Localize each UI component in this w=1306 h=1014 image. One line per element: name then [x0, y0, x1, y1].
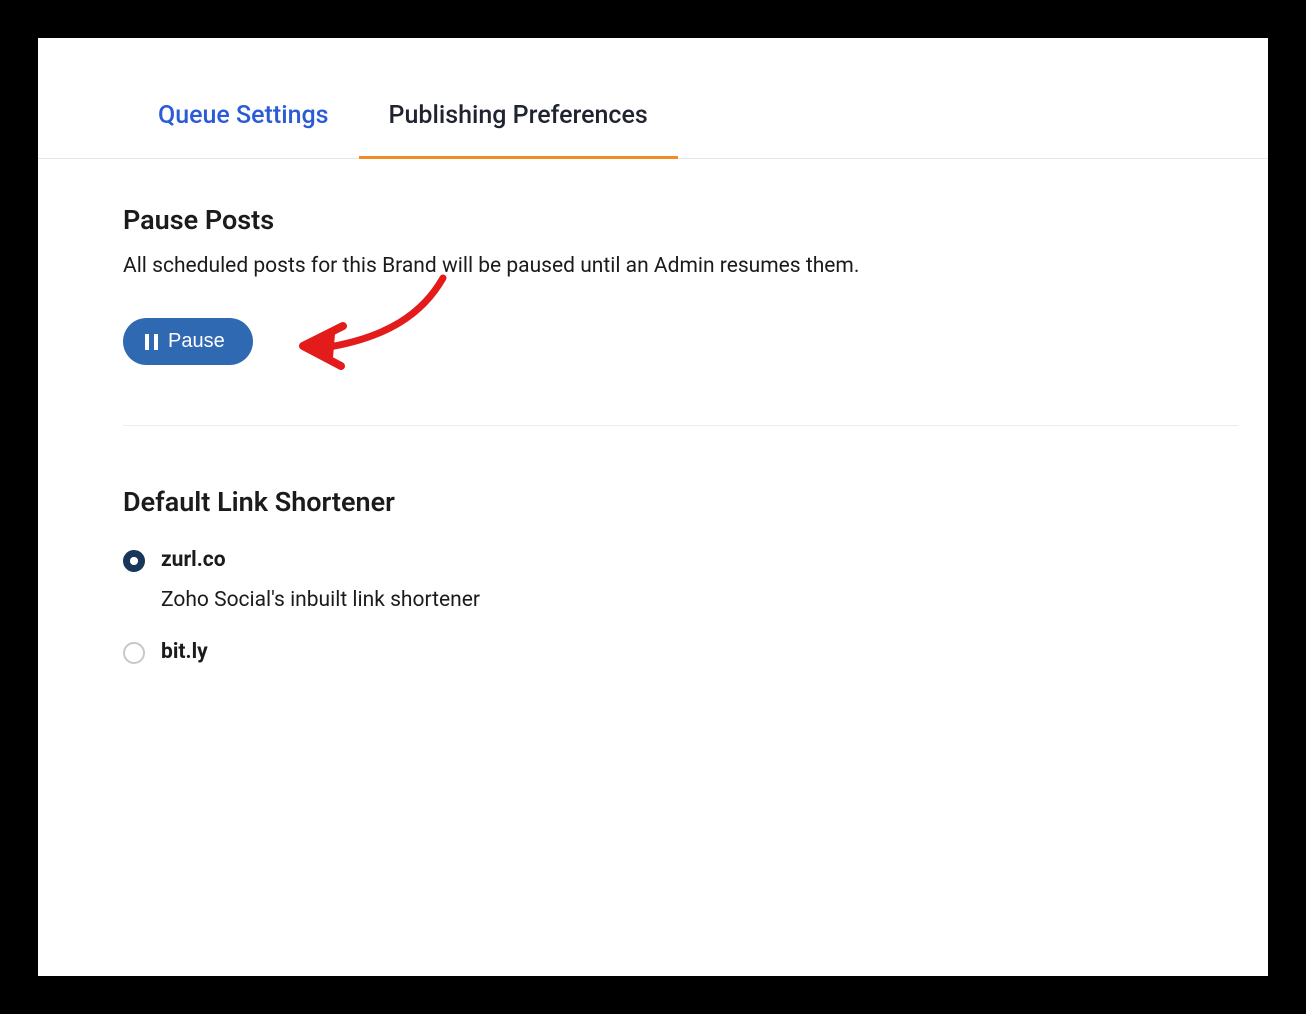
- radio-option-bitly[interactable]: bit.ly: [123, 640, 1238, 664]
- radio-option-zurl[interactable]: zurl.co Zoho Social's inbuilt link short…: [123, 548, 1238, 612]
- tab-publishing-preferences[interactable]: Publishing Preferences: [359, 83, 678, 158]
- radio-unselected-icon: [123, 642, 145, 664]
- radio-label: zurl.co: [161, 548, 480, 572]
- section-divider: [123, 425, 1238, 426]
- pause-posts-title: Pause Posts: [123, 204, 1238, 236]
- pause-icon: [145, 334, 158, 350]
- link-shortener-options: zurl.co Zoho Social's inbuilt link short…: [123, 548, 1238, 664]
- radio-selected-icon: [123, 550, 145, 572]
- pause-button-label: Pause: [168, 330, 225, 353]
- radio-label: bit.ly: [161, 640, 208, 664]
- pause-posts-description: All scheduled posts for this Brand will …: [123, 254, 1238, 278]
- settings-panel: Queue Settings Publishing Preferences Pa…: [38, 38, 1268, 976]
- pause-row: Pause: [123, 318, 1238, 365]
- radio-sublabel: Zoho Social's inbuilt link shortener: [161, 588, 480, 612]
- arrow-annotation-icon: [293, 268, 493, 378]
- link-shortener-title: Default Link Shortener: [123, 486, 1238, 518]
- radio-body: bit.ly: [161, 640, 208, 664]
- tabs: Queue Settings Publishing Preferences: [38, 83, 1268, 159]
- radio-body: zurl.co Zoho Social's inbuilt link short…: [161, 548, 480, 612]
- tab-queue-settings[interactable]: Queue Settings: [88, 83, 359, 158]
- content-area: Pause Posts All scheduled posts for this…: [38, 159, 1268, 722]
- pause-button[interactable]: Pause: [123, 318, 253, 365]
